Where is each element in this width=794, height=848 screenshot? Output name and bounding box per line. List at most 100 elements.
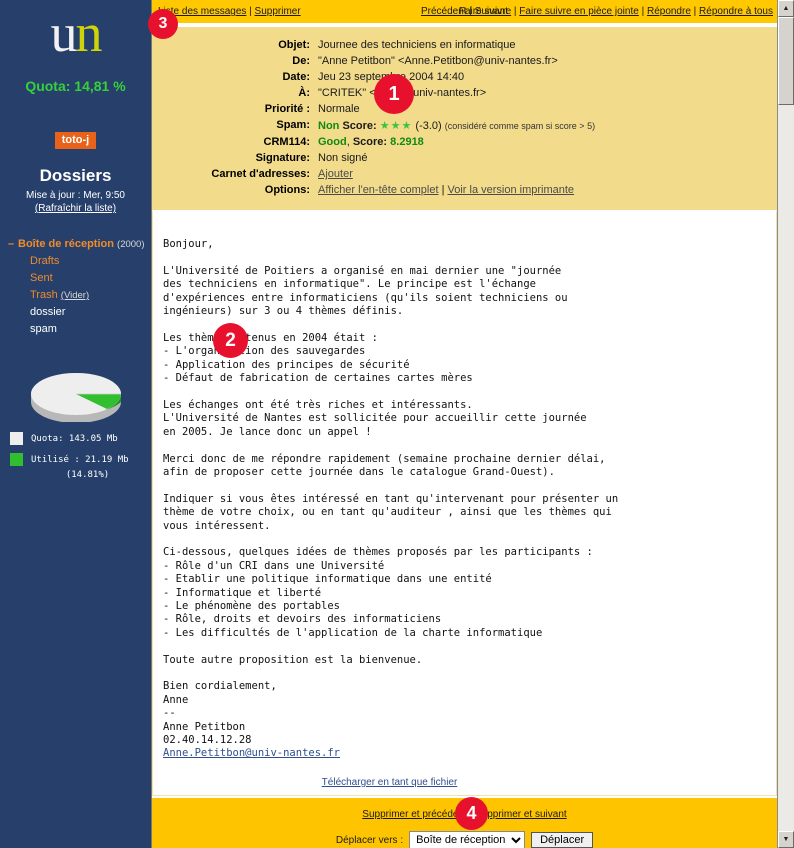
toolbar-right-group: Faire suivre | Faire suivre en pièce joi… [459,6,773,17]
header-row-options: Options: Afficher l'en-tête complet | Vo… [152,182,595,198]
sidebar-item-drafts[interactable]: Drafts [8,253,151,270]
show-full-headers-link[interactable]: Afficher l'en-tête complet [318,184,439,196]
download-as-file-link[interactable]: Télécharger en tant que fichier [322,777,458,788]
last-update-label: Mise à jour : Mer, 9:50 [26,190,125,201]
quota-percent-label: Quota: 14,81 % [25,78,126,94]
sidebar-item-inbox[interactable]: – Boîte de réception (2000) [8,236,151,253]
spam-stars-icon: ★★★ [379,120,413,132]
sidebar-item-label-inbox[interactable]: Boîte de réception [18,238,114,250]
message-pane: Liste des messages | Supprimer Précédent… [152,0,777,848]
reply-link[interactable]: Répondre [647,6,691,17]
scroll-down-button[interactable]: ▼ [778,831,794,848]
message-body-text: Bonjour, L'Université de Poitiers a orga… [163,238,776,761]
header-value-signature: Non signé [318,152,368,164]
quota-pie-chart [0,360,151,423]
header-row-from: De: "Anne Petitbon" <Anne.Petitbon@univ-… [152,53,595,69]
header-label-crm114: CRM114: [263,136,310,148]
header-label-to: À: [298,87,310,99]
header-label-priority: Priorité : [264,103,310,115]
message-headers: Objet: Journee des techniciens en inform… [152,25,777,210]
header-label-spam: Spam: [276,119,310,131]
annotation-badge-2: 2 [213,323,248,358]
legend-item-quota: Quota: 143.05 Mb [10,432,151,445]
sidebar-item-label-sent[interactable]: Sent [30,272,53,284]
move-to-label: Déplacer vers : [335,834,404,846]
move-to-folder-select[interactable]: Boîte de réception [409,831,526,848]
move-button[interactable]: Déplacer [531,832,594,848]
sidebar-item-label-drafts[interactable]: Drafts [30,255,59,267]
crm114-comma: , [346,136,350,148]
site-logo: un [0,0,151,62]
top-toolbar: Liste des messages | Supprimer Précédent… [152,0,777,25]
toolbar-separator-4: | [638,6,647,17]
header-label-subject: Objet: [278,39,310,51]
scroll-up-button[interactable]: ▲ [778,0,794,17]
folders-heading: Dossiers [39,166,112,185]
header-value-from: "Anne Petitbon" <Anne.Petitbon@univ-nant… [318,55,558,67]
logo-letter-u: u [50,3,78,63]
spam-score-label: Score: [342,120,377,132]
header-value-addressbook: Ajouter [318,166,595,182]
header-row-priority: Priorité : Normale [152,101,595,117]
scrollbar-thumb[interactable] [778,17,794,105]
annotation-badge-1: 1 [374,74,414,114]
legend-label-quota: Quota: 143.05 Mb [31,433,118,444]
download-link-wrap: Télécharger en tant que fichier [163,777,776,788]
collapse-toggle-icon[interactable]: – [8,238,18,250]
refresh-list-link-wrap: (Rafraîchir la liste) [0,203,151,214]
user-badge-wrap: toto-j [0,130,151,149]
legend-label-used: Utilisé : 21.19 Mb [31,454,129,465]
crm114-score-label: Score: [352,136,388,148]
forward-as-attachment-link[interactable]: Faire suivre en pièce jointe [519,6,639,17]
header-value-to: "CRITEK" <critek@univ-nantes.fr> [318,87,487,99]
sidebar-item-sent[interactable]: Sent [8,270,151,287]
message-body-main: Bonjour, L'Université de Poitiers a orga… [163,238,619,747]
forward-link[interactable]: Faire suivre [459,6,511,17]
header-label-addressbook: Carnet d'adresses: [211,168,310,180]
header-row-addressbook: Carnet d'adresses: Ajouter [152,166,595,182]
header-row-subject: Objet: Journee des techniciens en inform… [152,37,595,53]
legend-swatch-quota-icon [10,432,23,445]
header-value-date: Jeu 23 septembre 2004 14:40 [318,71,465,83]
sidebar-item-label-trash[interactable]: Trash [30,289,58,301]
delete-and-next-link[interactable]: Supprimer et suivant [475,809,567,820]
empty-trash-link[interactable]: (Vider) [61,290,89,301]
header-value-priority: Normale [318,103,360,115]
delete-and-previous-link[interactable]: Supprimer et précédent [362,809,467,820]
sidebar-item-label-spam[interactable]: spam [30,323,57,335]
header-row-crm114: CRM114: Good, Score: 8.2918 [152,134,595,150]
webmail-app: un Quota: 14,81 % toto-j Dossiers Mise à… [0,0,794,848]
sidebar-item-label-dossier[interactable]: dossier [30,306,65,318]
sidebar-item-spam[interactable]: spam [8,321,151,338]
sidebar: un Quota: 14,81 % toto-j Dossiers Mise à… [0,0,152,848]
reply-all-link[interactable]: Répondre à tous [699,6,773,17]
move-to-folder-row: Déplacer vers : Boîte de réception Dépla… [152,831,777,848]
logo-letter-n: n [75,3,103,63]
header-label-from: De: [292,55,310,67]
annotation-badge-3: 3 [148,9,178,39]
printable-version-link[interactable]: Voir la version imprimante [448,184,575,196]
message-body-container: Bonjour, L'Université de Poitiers a orga… [152,210,777,796]
vertical-scrollbar[interactable]: ▲ ▼ [777,0,794,848]
refresh-list-link[interactable]: (Rafraîchir la liste) [35,203,116,214]
sender-email-link[interactable]: Anne.Petitbon@univ-nantes.fr [163,747,340,759]
inbox-unread-count: (2000) [117,239,145,250]
header-row-signature: Signature: Non signé [152,150,595,166]
header-row-date: Date: Jeu 23 septembre 2004 14:40 [152,69,595,85]
folder-list: – Boîte de réception (2000) Drafts Sent T… [0,236,151,338]
crm114-verdict: Good [318,136,347,148]
toolbar-separator-1: | [246,6,255,17]
spam-threshold-note: (considéré comme spam si score > 5) [444,121,596,131]
user-badge: toto-j [54,132,97,149]
sidebar-item-trash[interactable]: Trash (Vider) [8,287,151,304]
sidebar-item-dossier[interactable]: dossier [8,304,151,321]
pie-chart-svg [30,373,121,423]
crm114-score-value: 8.2918 [390,136,424,148]
options-separator: | [438,184,448,196]
delete-link[interactable]: Supprimer [255,6,301,17]
add-to-addressbook-link[interactable]: Ajouter [318,168,353,180]
scrollbar-track[interactable] [778,17,794,831]
toolbar-left-group: Liste des messages | Supprimer [158,6,301,17]
header-label-options: Options: [264,184,310,196]
quota-legend: Quota: 143.05 Mb Utilisé : 21.19 Mb (14.… [0,432,151,480]
